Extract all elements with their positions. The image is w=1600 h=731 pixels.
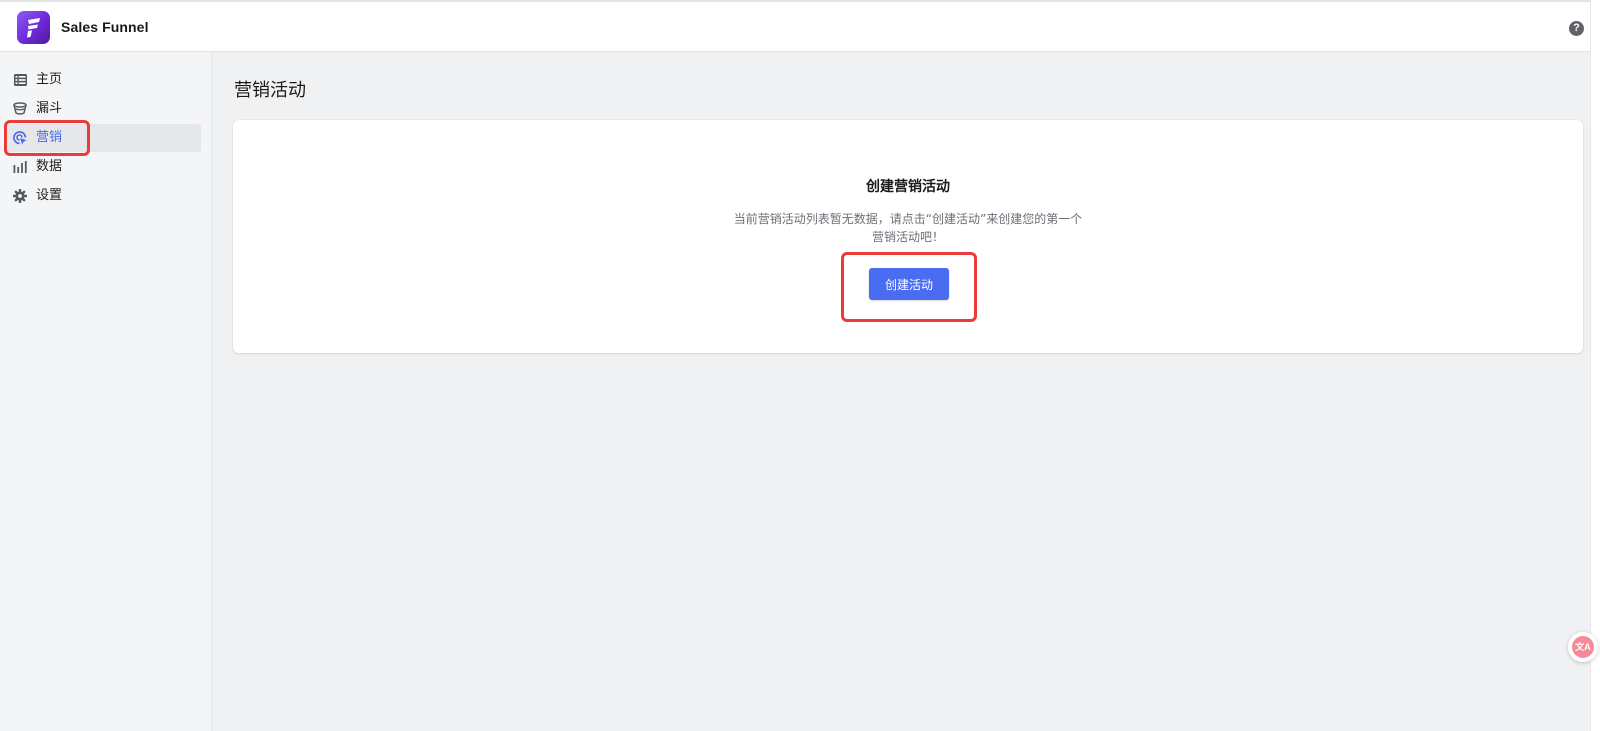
sidebar-item-label: 漏斗 (36, 101, 63, 116)
sidebar-item-label: 主页 (36, 72, 63, 87)
sidebar-item-marketing[interactable]: 营销 (6, 124, 201, 152)
target-cursor-icon (13, 131, 27, 145)
translate-icon: 文A (1572, 636, 1594, 658)
sidebar-item-funnel[interactable]: 漏斗 (6, 95, 201, 123)
top-header: Sales Funnel ? (0, 0, 1600, 52)
page-title: 营销活动 (234, 80, 306, 101)
create-campaign-button[interactable]: 创建活动 (869, 268, 949, 300)
empty-state-title: 创建营销活动 (866, 179, 950, 195)
bar-chart-icon (13, 160, 27, 174)
sidebar-item-label: 数据 (36, 159, 63, 174)
sidebar-item-data[interactable]: 数据 (6, 153, 201, 181)
sidebar-item-home[interactable]: 主页 (6, 66, 201, 94)
logo-icon (26, 17, 40, 37)
app-logo[interactable] (17, 11, 50, 44)
list-icon (13, 73, 27, 87)
window-edge (1590, 0, 1600, 731)
funnel-icon (13, 102, 27, 116)
sidebar-item-label: 营销 (36, 130, 63, 145)
sidebar-item-label: 设置 (36, 188, 63, 203)
sidebar: 主页 漏斗 营销 数据 设置 (0, 52, 212, 731)
empty-state-description: 当前营销活动列表暂无数据，请点击“创建活动”来创建您的第一个营销活动吧！ (733, 212, 1083, 244)
translate-float-button[interactable]: 文A (1568, 632, 1598, 662)
sidebar-item-settings[interactable]: 设置 (6, 182, 201, 210)
gear-icon (13, 189, 27, 203)
app-title: Sales Funnel (61, 19, 149, 35)
help-icon[interactable]: ? (1569, 21, 1584, 36)
empty-state-card: 创建营销活动 当前营销活动列表暂无数据，请点击“创建活动”来创建您的第一个营销活… (233, 120, 1583, 353)
